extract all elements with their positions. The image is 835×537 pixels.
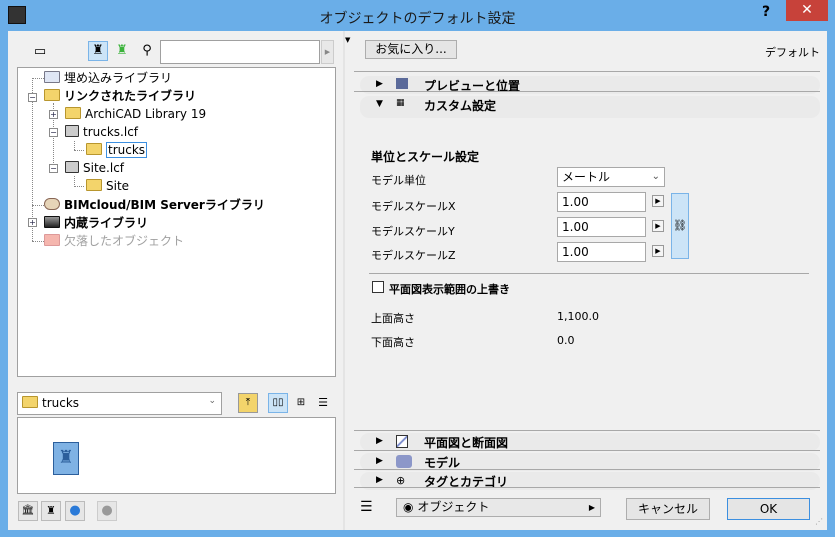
- ok-button[interactable]: OK: [727, 498, 810, 520]
- section-plan-section[interactable]: ▶ 平面図と断面図: [360, 433, 820, 451]
- search-input[interactable]: [160, 40, 320, 64]
- tree-item-trucks-lcf[interactable]: trucks.lcf: [65, 123, 138, 141]
- add-object-button[interactable]: ♜: [41, 501, 61, 521]
- collapse-icon: ▼: [376, 99, 383, 109]
- tree-item-missing[interactable]: 欠落したオブジェクト: [44, 232, 184, 250]
- units-heading: 単位とスケール設定: [371, 150, 480, 164]
- tree-item-builtin[interactable]: 内蔵ライブラリ: [44, 214, 148, 232]
- override-label: 平面図表示範囲の上書き: [389, 283, 510, 296]
- submenu-arrow-icon: ▶: [588, 503, 595, 512]
- default-label: デフォルト: [765, 46, 820, 59]
- eye-icon: ◉: [403, 500, 414, 514]
- tree-item-bimcloud[interactable]: BIMcloud/BIM Serverライブラリ: [44, 196, 265, 214]
- scale-x-arrow-button[interactable]: ▶: [652, 195, 664, 207]
- tree-item-archicad-library[interactable]: ArchiCAD Library 19: [65, 105, 206, 123]
- scale-y-label: モデルスケールY: [371, 225, 455, 238]
- scale-x-label: モデルスケールX: [371, 200, 456, 213]
- folder-icon: [86, 179, 102, 191]
- container-file-icon: [65, 125, 79, 137]
- plan-section-icon: [396, 435, 408, 448]
- model-icon: [396, 455, 412, 468]
- layer-select[interactable]: ◉ オブジェクト ▶: [396, 498, 601, 517]
- grid-view-button[interactable]: ⊞: [291, 393, 311, 413]
- favorites-button[interactable]: お気に入り...: [365, 40, 457, 59]
- expand-icon: ▶: [376, 79, 383, 89]
- library-folder-icon: [44, 89, 60, 101]
- chair-green-icon[interactable]: ♜: [112, 41, 132, 61]
- bottom-height-label: 下面高さ: [371, 336, 415, 349]
- folder-select[interactable]: trucks ⌄: [17, 392, 222, 415]
- scale-z-arrow-button[interactable]: ▶: [652, 245, 664, 257]
- link-chain-toggle[interactable]: ⛓: [671, 193, 689, 259]
- list-view-button[interactable]: ☰: [313, 393, 333, 413]
- tree-item-embedded[interactable]: 埋め込みライブラリ: [44, 69, 172, 87]
- tree-item-site[interactable]: Site: [86, 177, 129, 195]
- resize-grip-icon[interactable]: ⋰: [815, 517, 823, 526]
- top-height-value: 1,100.0: [557, 310, 599, 323]
- expand-icon: ▶: [376, 475, 383, 485]
- chair-object-icon[interactable]: ♜: [53, 442, 79, 475]
- scale-z-input[interactable]: 1.00: [557, 242, 646, 262]
- pane-divider[interactable]: [343, 31, 345, 530]
- tag-icon: ⊕: [396, 474, 406, 487]
- cancel-button[interactable]: キャンセル: [626, 498, 710, 520]
- search-arrow-button[interactable]: ▶: [321, 40, 334, 64]
- tree-item-trucks[interactable]: trucks: [86, 141, 148, 159]
- custom-settings-icon: ▦: [396, 98, 405, 108]
- layer-icon: ☰: [360, 499, 373, 515]
- server-library-icon: [44, 198, 60, 210]
- builtin-folder-icon: [44, 216, 60, 228]
- scale-y-input[interactable]: 1.00: [557, 217, 646, 237]
- model-unit-select[interactable]: メートル ⌄: [557, 167, 665, 187]
- scale-y-arrow-button[interactable]: ▶: [652, 220, 664, 232]
- folder-up-button[interactable]: ⤒: [238, 393, 258, 413]
- override-checkbox[interactable]: [372, 281, 384, 293]
- bottom-height-value: 0.0: [557, 334, 575, 347]
- folder-icon: [86, 143, 102, 155]
- expand-icon: ▶: [376, 436, 383, 446]
- search-icon[interactable]: ⚲: [137, 41, 157, 61]
- missing-folder-icon: [44, 234, 60, 246]
- large-icons-view-button[interactable]: ▯▯: [268, 393, 288, 413]
- folder-icon: [22, 396, 38, 408]
- tree-item-site-lcf[interactable]: Site.lcf: [65, 159, 124, 177]
- library-manager-button[interactable]: 🏛: [18, 501, 38, 521]
- view-mode-icon[interactable]: ▭: [25, 42, 55, 62]
- folder-icon: [65, 107, 81, 119]
- scale-x-input[interactable]: 1.00: [557, 192, 646, 212]
- chevron-down-icon: ⌄: [208, 396, 216, 406]
- help-button[interactable]: ?: [756, 4, 776, 22]
- container-file-icon: [65, 161, 79, 173]
- library-icon: [44, 71, 60, 83]
- chair-icon[interactable]: ♜: [88, 41, 108, 61]
- top-height-label: 上面高さ: [371, 312, 415, 325]
- expand-icon: ▶: [376, 456, 383, 466]
- upload-icon[interactable]: ●: [97, 501, 117, 521]
- tree-item-linked[interactable]: リンクされたライブラリ: [44, 87, 196, 105]
- pane-menu-icon[interactable]: ▼: [345, 36, 350, 44]
- close-button[interactable]: ✕: [786, 0, 828, 21]
- section-custom[interactable]: ▼ ▦ カスタム設定: [360, 96, 820, 118]
- chevron-down-icon: ⌄: [651, 171, 660, 182]
- window-title: オブジェクトのデフォルト設定: [319, 11, 516, 27]
- globe-icon[interactable]: ●: [65, 501, 85, 521]
- library-tree: − + − − + 埋め込みライブラリ リンクされたライブラリ ArchiCAD…: [17, 67, 336, 377]
- preview-position-icon: [396, 78, 408, 89]
- model-unit-label: モデル単位: [371, 174, 426, 187]
- scale-z-label: モデルスケールZ: [371, 249, 456, 262]
- object-preview-list: ♜: [17, 417, 336, 494]
